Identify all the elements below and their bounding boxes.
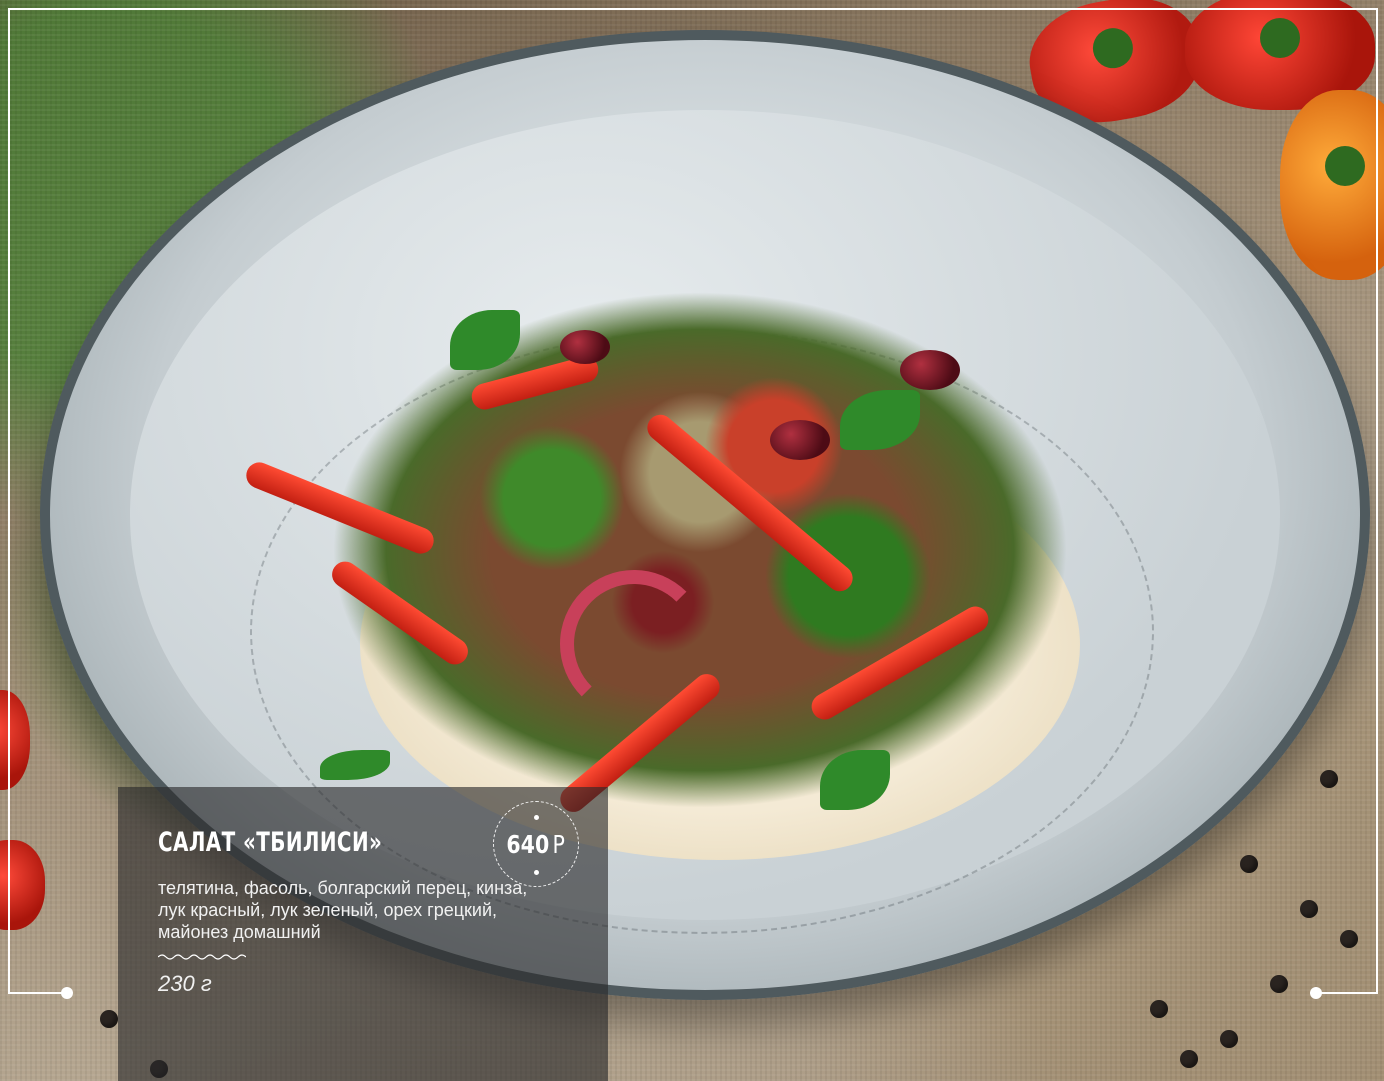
price-value: 640 <box>506 829 550 859</box>
price-currency: Р <box>552 829 566 859</box>
frame-dot-left <box>61 987 73 999</box>
wave-divider <box>158 954 246 960</box>
price: 640 Р <box>507 830 565 859</box>
price-badge: 640 Р <box>493 801 579 887</box>
menu-item-card: САЛАТ «ТБИЛИСИ» 640 Р телятина, фасоль, б… <box>118 787 608 1081</box>
dish-title: САЛАТ «ТБИЛИСИ» <box>158 827 383 858</box>
frame-dot-right <box>1310 987 1322 999</box>
dish-weight: 230 г <box>158 971 212 996</box>
salad <box>240 270 1120 870</box>
dish-description: телятина, фасоль, болгарский перец, кинз… <box>158 878 528 942</box>
